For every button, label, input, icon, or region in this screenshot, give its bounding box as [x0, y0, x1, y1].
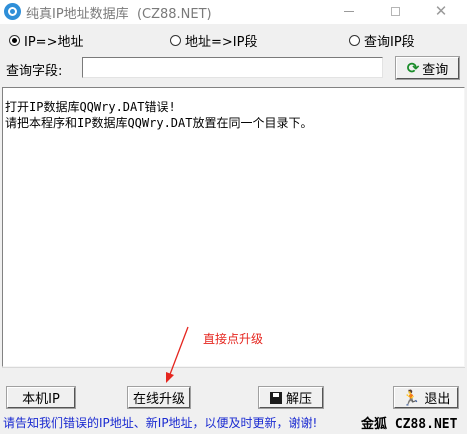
window-title: 纯真IP地址数据库 (CZ88.NET): [26, 7, 212, 22]
online-upgrade-button[interactable]: 在线升级: [127, 386, 191, 409]
status-message: 请告知我们错误的IP地址、新IP地址，以便及时更新，谢谢!: [3, 416, 318, 430]
extract-label: 解压: [285, 392, 312, 407]
query-input[interactable]: [82, 57, 383, 78]
extract-button[interactable]: 解压: [258, 386, 324, 409]
online-upgrade-label: 在线升级: [132, 392, 185, 407]
radio-ip-to-address[interactable]: IP=>地址: [9, 31, 83, 50]
app-logo-icon: [4, 3, 21, 20]
running-man-icon: 🏃: [401, 388, 421, 407]
annotation-arrow: [166, 326, 189, 383]
query-button[interactable]: ⟳ 查询: [395, 56, 460, 80]
local-ip-button[interactable]: 本机IP: [6, 386, 76, 409]
radio-label: 查询IP段: [364, 35, 415, 50]
radio-circle[interactable]: [9, 35, 20, 46]
result-text-area[interactable]: 打开IP数据库QQWry.DAT错误! 请把本程序和IP数据库QQWry.DAT…: [2, 87, 465, 367]
horizontal-scrollbar[interactable]: [2, 367, 465, 381]
radio-label: 地址=>IP段: [185, 35, 258, 50]
maximize-button[interactable]: [372, 0, 418, 24]
maximize-icon: [390, 7, 400, 16]
result-line: 请把本程序和IP数据库QQWry.DAT放置在同一个目录下。: [5, 116, 313, 130]
radio-query-ip-range[interactable]: 查询IP段: [349, 31, 415, 50]
query-field-label: 查询字段:: [6, 64, 63, 79]
minimize-button[interactable]: [326, 0, 372, 24]
radio-address-to-ip-range[interactable]: 地址=>IP段: [170, 31, 257, 50]
exit-button[interactable]: 🏃 退出: [393, 386, 459, 409]
query-button-label: 查询: [422, 62, 449, 78]
brand-label: 金狐 CZ88.NET: [361, 417, 458, 432]
exit-label: 退出: [424, 392, 451, 407]
result-line: 打开IP数据库QQWry.DAT错误!: [5, 100, 176, 114]
refresh-icon: ⟳: [406, 59, 420, 77]
minimize-icon: [344, 11, 354, 12]
title-bar: 纯真IP地址数据库 (CZ88.NET) ✕: [0, 0, 467, 24]
local-ip-label: 本机IP: [22, 392, 60, 407]
close-icon: ✕: [434, 2, 448, 20]
save-disk-icon: [269, 391, 282, 404]
annotation-text: 直接点升级: [203, 332, 264, 346]
radio-label: IP=>地址: [24, 35, 84, 50]
radio-circle[interactable]: [349, 35, 360, 46]
close-button[interactable]: ✕: [418, 0, 464, 24]
radio-circle[interactable]: [170, 35, 181, 46]
